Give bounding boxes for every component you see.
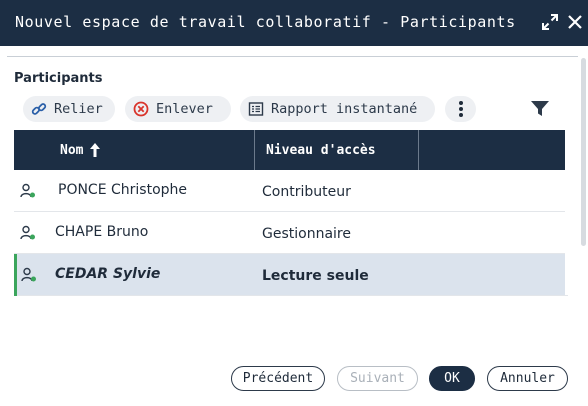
ok-button[interactable]: OK	[429, 366, 475, 391]
participant-access-level: Lecture seule	[262, 268, 369, 284]
link-button-label: Relier	[54, 101, 103, 117]
table-row[interactable]: CHAPE Bruno Gestionnaire	[14, 212, 565, 254]
filter-icon[interactable]	[530, 100, 550, 118]
report-icon	[248, 101, 264, 117]
column-separator[interactable]	[254, 130, 255, 170]
table-row[interactable]: PONCE Christophe Contributeur	[14, 170, 565, 212]
next-button[interactable]: Suivant	[337, 366, 418, 391]
sort-up-icon	[90, 143, 101, 157]
participant-name: PONCE Christophe	[58, 182, 188, 198]
column-header-access-level-label: Niveau d'accès	[266, 142, 376, 158]
remove-icon	[133, 101, 149, 117]
user-icon	[20, 183, 35, 198]
previous-button[interactable]: Précédent	[231, 366, 325, 391]
participant-name: CEDAR Sylvie	[55, 266, 161, 282]
user-icon	[20, 225, 35, 240]
snapshot-report-label: Rapport instantané	[271, 101, 418, 117]
remove-button[interactable]: Enlever	[125, 96, 231, 122]
close-icon[interactable]	[565, 12, 585, 32]
column-separator[interactable]	[418, 130, 419, 170]
remove-button-label: Enlever	[156, 101, 213, 117]
column-header-name[interactable]: Nom	[60, 130, 101, 170]
user-icon	[21, 267, 36, 282]
title-bar: Nouvel espace de travail collaboratif - …	[0, 0, 588, 46]
snapshot-report-button[interactable]: Rapport instantané	[240, 96, 435, 122]
cancel-button[interactable]: Annuler	[487, 366, 568, 391]
column-header-access-level[interactable]: Niveau d'accès	[266, 130, 376, 170]
row-divider	[17, 295, 568, 296]
expand-icon[interactable]	[540, 12, 560, 32]
more-vertical-icon	[458, 101, 463, 117]
section-title: Participants	[14, 71, 103, 86]
scrollbar[interactable]	[581, 58, 586, 246]
window-title: Nouvel espace de travail collaboratif - …	[15, 13, 516, 31]
link-icon	[31, 101, 47, 117]
table-row-selected[interactable]: CEDAR Sylvie Lecture seule	[14, 254, 568, 296]
participant-access-level: Contributeur	[262, 184, 351, 200]
link-button[interactable]: Relier	[23, 96, 115, 122]
more-options-button[interactable]	[445, 96, 476, 122]
participant-access-level: Gestionnaire	[262, 226, 351, 242]
table-header: Nom Niveau d'accès	[14, 130, 565, 170]
participant-name: CHAPE Bruno	[55, 224, 149, 240]
column-header-name-label: Nom	[60, 142, 84, 158]
content-divider	[7, 56, 578, 57]
